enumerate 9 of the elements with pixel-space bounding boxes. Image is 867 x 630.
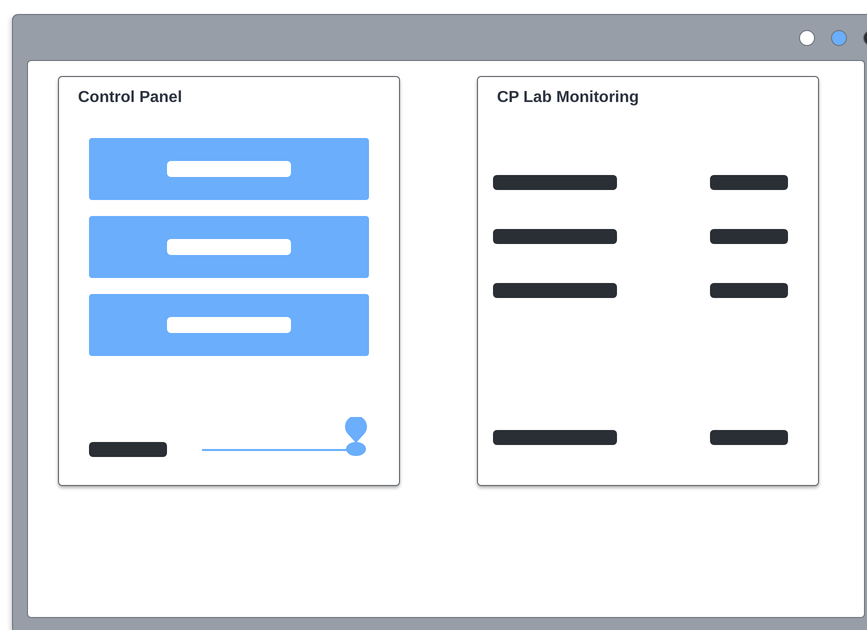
panel-title: Control Panel [78, 89, 184, 107]
placeholder-button[interactable] [89, 138, 369, 200]
placeholder-button[interactable] [89, 216, 369, 278]
window-control-dot[interactable] [831, 30, 847, 46]
placeholder-button[interactable] [89, 294, 369, 356]
slider[interactable] [202, 417, 369, 457]
slider-thumb[interactable] [344, 417, 368, 457]
panel-title: CP Lab Monitoring [497, 89, 640, 107]
window-control-dot[interactable] [799, 30, 815, 46]
